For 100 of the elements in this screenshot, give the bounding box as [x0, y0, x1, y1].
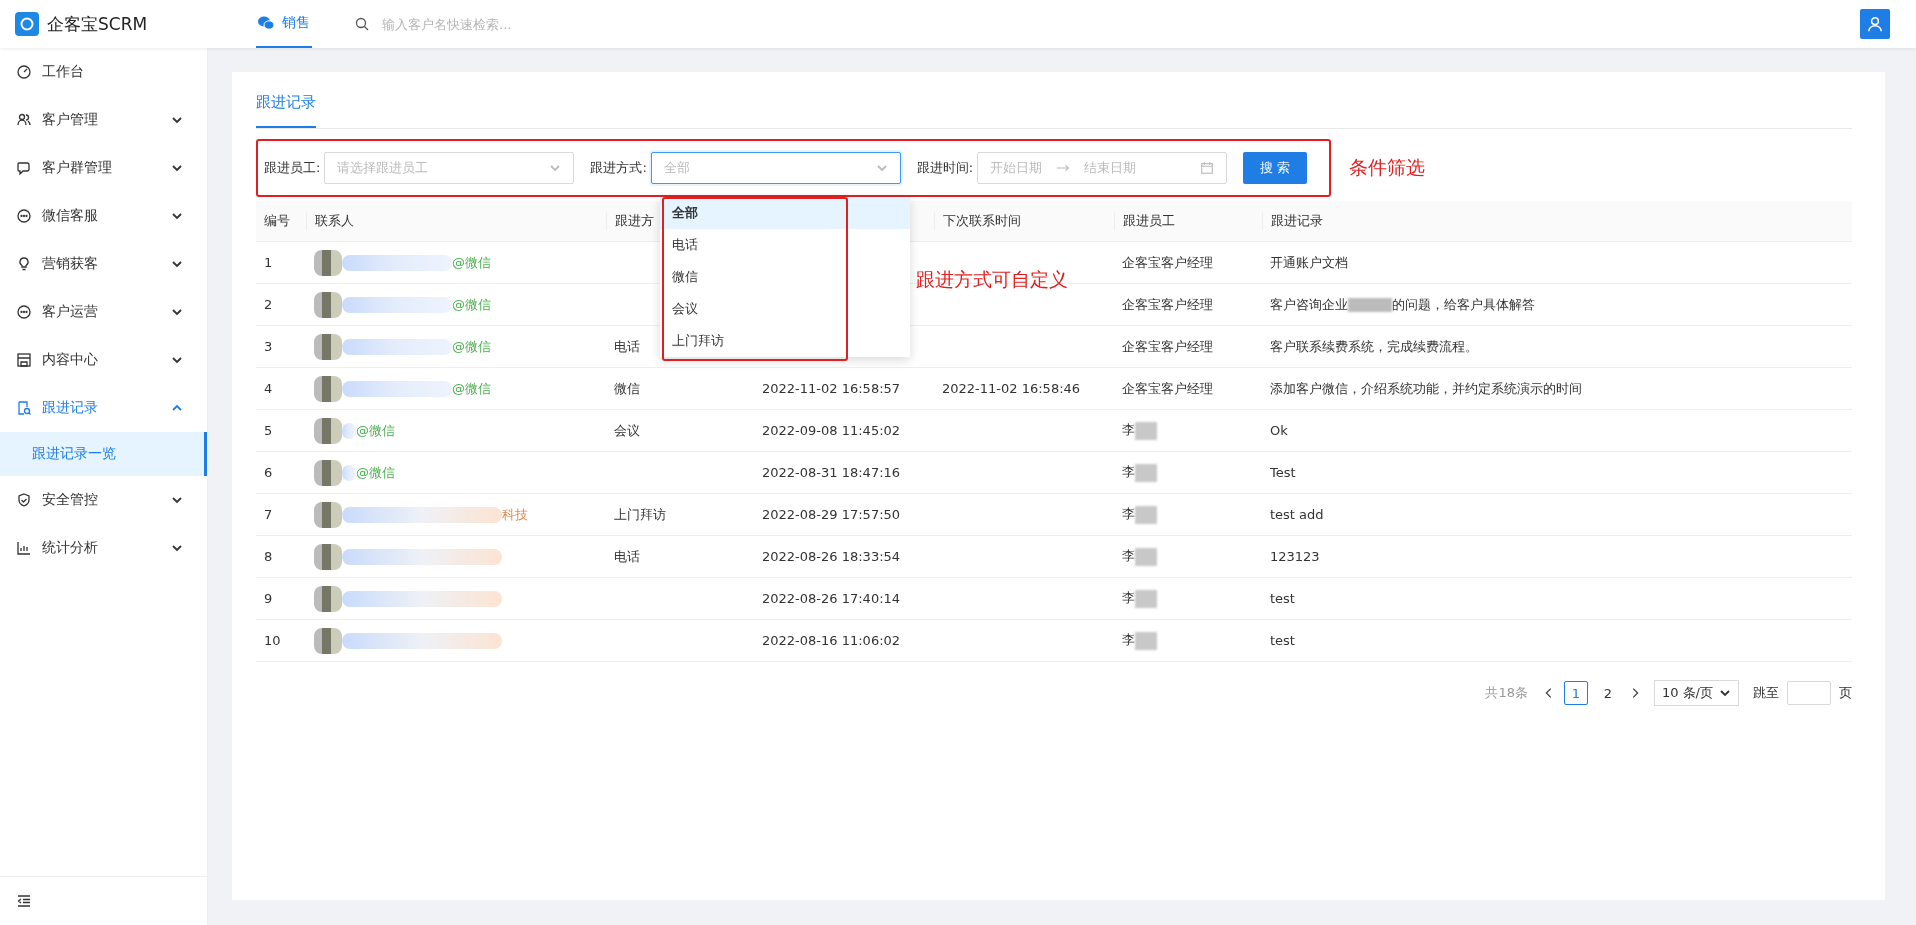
- table-cell: 2022-08-26 18:33:54: [762, 549, 901, 564]
- table-cell: 8: [264, 549, 273, 564]
- contact-source: @微信: [356, 421, 395, 440]
- table-cell: 3: [264, 339, 273, 354]
- app-logo-icon: [15, 12, 39, 36]
- table-cell: 企客宝客户经理: [1122, 338, 1213, 354]
- dropdown-option[interactable]: 微信: [660, 261, 910, 293]
- gauge-icon: [16, 64, 32, 80]
- document-search-icon: [16, 400, 32, 416]
- lightbulb-icon: [16, 256, 32, 272]
- table-cell: 9: [264, 591, 273, 606]
- column-header: 编号: [264, 213, 290, 228]
- table-cell: 企客宝客户经理: [1122, 380, 1213, 396]
- app-title: 企客宝SCRM: [47, 12, 148, 36]
- dropdown-option[interactable]: 电话: [660, 229, 910, 261]
- table-cell: 企客宝客户经理: [1122, 254, 1213, 270]
- table-cell: 2: [264, 297, 273, 312]
- store-icon: [16, 352, 32, 368]
- chevron-down-icon: [171, 542, 183, 554]
- user-avatar[interactable]: [1860, 9, 1890, 39]
- table-cell: 2022-08-29 17:57:50: [762, 507, 901, 522]
- filter-label: 跟进员工:: [264, 159, 321, 177]
- table-cell: 客户联系续费系统，完成续费流程。: [1270, 338, 1478, 354]
- table-cell: Test: [1270, 465, 1296, 480]
- table-cell: 10: [264, 633, 281, 648]
- sidebar-subitem[interactable]: 跟进记录一览: [0, 432, 207, 476]
- sidebar-item[interactable]: 工作台: [0, 48, 207, 96]
- table-cell: test: [1270, 591, 1295, 606]
- blurred-avatar: [314, 585, 342, 612]
- page-size-select[interactable]: 10 条/页: [1653, 680, 1739, 706]
- table-cell: 123123: [1270, 549, 1320, 564]
- blurred-avatar: [314, 417, 342, 444]
- page-button[interactable]: 2: [1595, 681, 1620, 705]
- chevron-down-icon: [549, 162, 562, 174]
- annotation-text: 条件筛选: [1349, 155, 1426, 180]
- sidebar-item[interactable]: 客户运营: [0, 288, 207, 336]
- contact-source: 科技: [502, 505, 528, 524]
- shield-icon: [16, 492, 32, 508]
- page-tab[interactable]: 跟进记录: [256, 93, 316, 128]
- chevron-down-icon: [875, 162, 888, 174]
- table-cell: 2022-09-08 11:45:02: [762, 423, 901, 438]
- blurred-name: [342, 422, 356, 439]
- table-cell: 李: [1122, 422, 1135, 438]
- blurred-avatar: [314, 375, 342, 402]
- contact-source: @微信: [356, 463, 395, 482]
- sidebar-item[interactable]: 客户群管理: [0, 144, 207, 192]
- chevron-down-icon: [171, 258, 183, 270]
- table-cell: 2022-11-02 16:58:57: [762, 381, 901, 396]
- dropdown-option[interactable]: 上门拜访: [660, 325, 910, 357]
- sidebar-item[interactable]: 安全管控: [0, 476, 207, 524]
- blurred-avatar: [314, 333, 342, 360]
- table-cell: 2022-11-02 16:58:46: [942, 381, 1081, 396]
- calendar-icon: [1200, 161, 1215, 175]
- ellipsis-icon: [16, 304, 32, 320]
- table-cell: 李: [1122, 548, 1135, 564]
- jump-suffix: 页: [1839, 684, 1852, 702]
- contact-source: @微信: [452, 253, 491, 272]
- blurred-avatar: [314, 627, 342, 654]
- table-cell: test: [1270, 633, 1295, 648]
- nav-tab[interactable]: 销售: [256, 0, 312, 48]
- table-cell: 7: [264, 507, 273, 522]
- table-cell: 李: [1122, 464, 1135, 480]
- table-cell: 的问题，给客户具体解答: [1392, 296, 1535, 312]
- table-cell: 1: [264, 255, 273, 270]
- sidebar-item[interactable]: 营销获客: [0, 240, 207, 288]
- chevron-down-icon: [171, 114, 183, 126]
- sidebar-item[interactable]: 内容中心: [0, 336, 207, 384]
- blurred-avatar: [314, 501, 342, 528]
- dropdown-option[interactable]: 会议: [660, 293, 910, 325]
- table-cell: 客户咨询企业: [1270, 296, 1348, 312]
- search-icon: [354, 16, 370, 32]
- sidebar-item[interactable]: 客户管理: [0, 96, 207, 144]
- table-cell: 电话: [614, 548, 640, 564]
- filter-label: 跟进方式:: [590, 159, 647, 177]
- sidebar-item[interactable]: 统计分析: [0, 524, 207, 572]
- table-cell: 6: [264, 465, 273, 480]
- sidebar-item[interactable]: 微信客服: [0, 192, 207, 240]
- column-header: 跟进员工: [1114, 212, 1254, 230]
- filter-label: 跟进时间:: [916, 159, 974, 177]
- table-cell: 会议: [614, 422, 640, 438]
- dropdown-option[interactable]: 全部: [660, 197, 910, 229]
- blurred-avatar: [314, 291, 342, 318]
- chevron-down-icon: [171, 306, 183, 318]
- user-icon: [1866, 15, 1884, 33]
- table-cell: 李: [1122, 590, 1135, 606]
- table-cell: 5: [264, 423, 273, 438]
- page-button[interactable]: 1: [1563, 681, 1588, 705]
- page-jump-field[interactable]: [1787, 681, 1831, 705]
- chevron-down-icon: [171, 210, 183, 222]
- chevron-down-icon: [171, 354, 183, 366]
- search-button[interactable]: 搜 索: [1243, 152, 1308, 184]
- chevron-down-icon: [1719, 687, 1731, 699]
- blurred-avatar: [314, 459, 342, 486]
- table-cell: 企客宝客户经理: [1122, 296, 1213, 312]
- bar-chart-icon: [16, 540, 32, 556]
- blurred-name: [342, 464, 356, 481]
- sidebar-item[interactable]: 跟进记录: [0, 384, 207, 432]
- table-cell: 2022-08-16 11:06:02: [762, 633, 901, 648]
- chevron-down-icon: [171, 494, 183, 506]
- contact-source: @微信: [452, 379, 491, 398]
